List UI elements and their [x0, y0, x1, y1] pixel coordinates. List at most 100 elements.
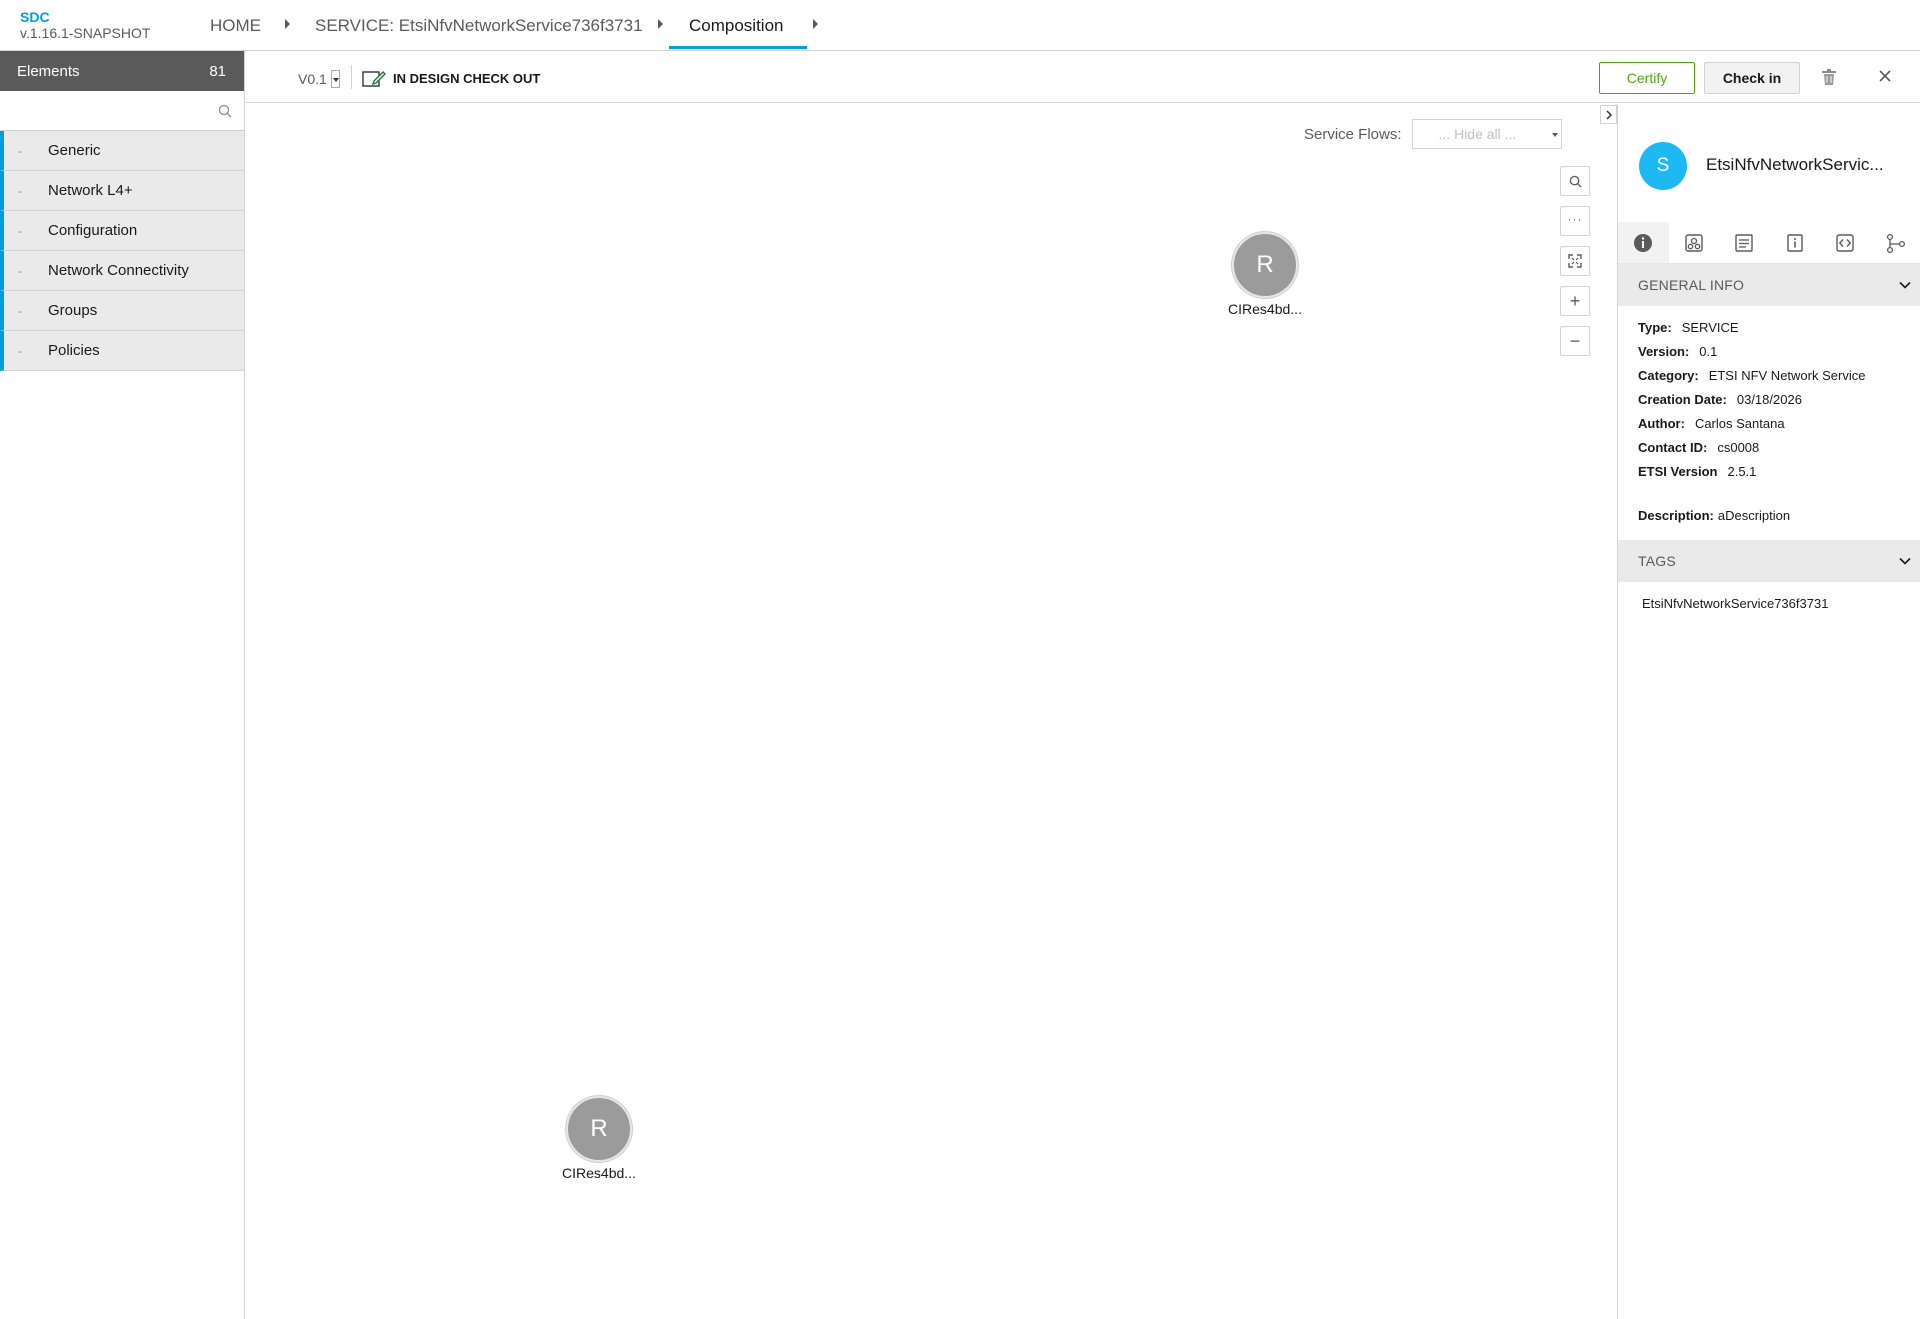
close-icon[interactable] — [1878, 69, 1892, 88]
info-key: Author: — [1638, 416, 1685, 431]
general-info-header[interactable]: GENERAL INFO — [1618, 264, 1920, 306]
collapse-dash-icon: - — [18, 223, 22, 238]
collapse-dash-icon: - — [18, 303, 22, 318]
info-row-author: Author: Carlos Santana — [1638, 412, 1901, 436]
info-value: 2.5.1 — [1727, 464, 1757, 479]
tab-general-info[interactable] — [1618, 222, 1669, 264]
palette-group-label: Generic — [48, 142, 101, 159]
node-icon[interactable]: R — [1232, 232, 1298, 298]
certify-button[interactable]: Certify — [1599, 62, 1695, 94]
palette-group-label: Network Connectivity — [48, 262, 189, 279]
palette-group-policies[interactable]: - Policies — [0, 331, 244, 371]
description-value: aDescription — [1717, 508, 1791, 523]
code-icon — [1836, 233, 1854, 252]
info-value: SERVICE — [1681, 320, 1739, 335]
fit-to-screen-button[interactable] — [1560, 246, 1590, 276]
collapse-panel-button[interactable] — [1600, 105, 1617, 124]
breadcrumb-home[interactable]: HOME — [210, 16, 261, 36]
palette-title: Elements — [17, 62, 80, 80]
palette-search — [0, 91, 244, 131]
service-flows-value: ... Hide all ... — [1438, 126, 1517, 142]
info-row-category: Category: ETSI NFV Network Service — [1638, 364, 1901, 388]
service-flows: Service Flows: ... Hide all ... — [1304, 119, 1562, 149]
elements-palette: Elements 81 - Generic - Network L4+ - Co… — [0, 51, 245, 1319]
general-info-title: GENERAL INFO — [1638, 277, 1745, 293]
canvas-toolbar: V0.1 IN DESIGN CHECK OUT Certify Check i… — [246, 51, 1920, 103]
info-key: Category: — [1638, 368, 1699, 383]
info-row-contact-id: Contact ID: cs0008 — [1638, 436, 1901, 460]
palette-group-groups[interactable]: - Groups — [0, 291, 244, 331]
version-select[interactable]: V0.1 — [298, 70, 340, 88]
expand-icon — [1568, 254, 1582, 268]
breadcrumb-composition[interactable]: Composition — [689, 16, 784, 36]
tab-composition[interactable] — [1870, 222, 1920, 264]
palette-group-configuration[interactable]: - Configuration — [0, 211, 244, 251]
general-info-body: Type: SERVICE Version: 0.1 Category: ETSI N… — [1618, 306, 1920, 540]
palette-group-label: Policies — [48, 342, 100, 359]
toolbar-divider — [351, 65, 352, 89]
tab-deployment-artifacts[interactable] — [1668, 222, 1719, 264]
service-avatar: S — [1639, 142, 1687, 190]
breadcrumb-arrow-icon[interactable] — [813, 19, 818, 29]
palette-group-generic[interactable]: - Generic — [0, 131, 244, 171]
status-text: IN DESIGN CHECK OUT — [393, 70, 541, 86]
chevron-down-icon — [1899, 281, 1911, 289]
palette-search-input[interactable] — [0, 91, 244, 130]
palette-count: 81 — [209, 62, 226, 80]
info-value: Carlos Santana — [1694, 416, 1785, 431]
brand[interactable]: SDC v.1.16.1-SNAPSHOT — [20, 9, 151, 42]
app-version: v.1.16.1-SNAPSHOT — [20, 25, 151, 42]
palette-header: Elements 81 — [0, 51, 244, 91]
deployment-icon — [1685, 233, 1703, 252]
more-options-button[interactable]: ··· — [1560, 206, 1590, 236]
check-in-button[interactable]: Check in — [1704, 62, 1800, 94]
minus-icon: − — [1569, 330, 1581, 351]
collapse-dash-icon: - — [18, 143, 22, 158]
info-key: ETSI Version — [1638, 464, 1718, 479]
tab-properties[interactable] — [1719, 222, 1770, 264]
canvas-search-button[interactable] — [1560, 166, 1590, 196]
active-tab-indicator — [669, 46, 807, 49]
info-value: 03/18/2026 — [1736, 392, 1802, 407]
composition-canvas[interactable]: Service Flows: ... Hide all ... ··· + − … — [246, 104, 1616, 1319]
palette-group-label: Configuration — [48, 222, 138, 239]
zoom-out-button[interactable]: − — [1560, 326, 1590, 356]
search-icon[interactable] — [218, 104, 232, 123]
info-row-etsi-version: ETSI Version 2.5.1 — [1638, 460, 1901, 484]
tags-header[interactable]: TAGS — [1618, 540, 1920, 582]
tags-title: TAGS — [1638, 553, 1676, 569]
breadcrumb-arrow-icon[interactable] — [658, 19, 663, 29]
description-row: Description: aDescription — [1638, 504, 1901, 528]
breadcrumb-arrow-icon[interactable] — [285, 19, 290, 29]
zoom-in-button[interactable]: + — [1560, 286, 1590, 316]
version-value: V0.1 — [298, 71, 327, 87]
service-flows-label: Service Flows: — [1304, 125, 1402, 143]
details-tabs — [1618, 222, 1920, 264]
info-value: cs0008 — [1717, 440, 1760, 455]
trash-icon[interactable] — [1821, 68, 1837, 91]
details-title: EtsiNfvNetworkServic... — [1706, 155, 1884, 174]
details-content: GENERAL INFO Type: SERVICE Version: 0.1 Ca… — [1618, 264, 1920, 625]
info-row-creation-date: Creation Date: 03/18/2026 — [1638, 388, 1901, 412]
node-icon[interactable]: R — [566, 1096, 632, 1162]
brand-name: SDC — [20, 9, 50, 25]
tab-information-artifacts[interactable] — [1769, 222, 1820, 264]
palette-group-network-connectivity[interactable]: - Network Connectivity — [0, 251, 244, 291]
palette-group-network-l4[interactable]: - Network L4+ — [0, 171, 244, 211]
top-header: SDC v.1.16.1-SNAPSHOT HOME SERVICE: Etsi… — [0, 0, 1920, 51]
canvas-node[interactable]: R CIRes4bd... — [1210, 232, 1320, 317]
service-flows-select[interactable]: ... Hide all ... — [1411, 119, 1562, 149]
ellipsis-icon: ··· — [1567, 212, 1583, 226]
list-icon — [1735, 233, 1753, 252]
tags-body: EtsiNfvNetworkService736f3731 — [1618, 582, 1920, 625]
breadcrumb-service[interactable]: SERVICE: EtsiNfvNetworkService736f3731 — [315, 16, 643, 36]
palette-group-label: Groups — [48, 302, 98, 319]
collapse-dash-icon: - — [18, 183, 22, 198]
canvas-node[interactable]: R CIRes4bd... — [544, 1096, 654, 1181]
tag-item: EtsiNfvNetworkService736f3731 — [1642, 596, 1829, 611]
description-key: Description: — [1638, 508, 1714, 523]
node-label: CIRes4bd... — [562, 1165, 636, 1181]
details-header: S EtsiNfvNetworkServic... — [1618, 104, 1920, 224]
tab-api[interactable] — [1820, 222, 1871, 264]
chevron-down-icon[interactable] — [330, 70, 340, 88]
